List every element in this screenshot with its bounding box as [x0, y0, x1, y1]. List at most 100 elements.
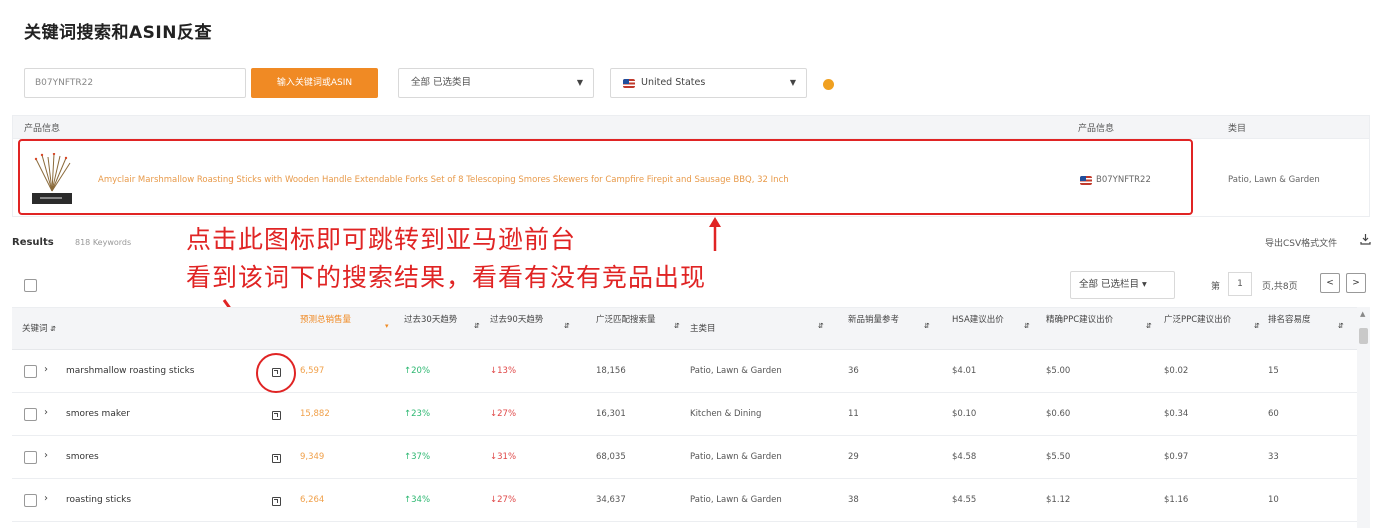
row-checkbox[interactable]: [24, 408, 37, 421]
sort-icon[interactable]: ⇵: [1146, 322, 1152, 330]
table-row[interactable]: [12, 436, 1357, 479]
category-cell: Kitchen & Dining: [690, 409, 762, 419]
sort-icon[interactable]: ⇵: [1254, 322, 1260, 330]
up-arrow-icon: [709, 217, 721, 251]
sort-icon[interactable]: ⇵: [564, 322, 570, 330]
scroll-up-icon[interactable]: ▲: [1360, 310, 1365, 318]
volume-cell: 16,301: [596, 409, 626, 419]
download-icon[interactable]: [1360, 233, 1371, 245]
country-select[interactable]: United States ▼: [610, 68, 807, 98]
sort-icon[interactable]: ⇵: [674, 322, 680, 330]
trend30-cell: ↑37%: [404, 452, 431, 462]
external-link-icon[interactable]: [272, 454, 281, 463]
chevron-right-icon[interactable]: ›: [44, 450, 48, 461]
header-broad-ppc[interactable]: 广泛PPC建议出价: [1164, 314, 1238, 326]
page-prefix: 第: [1211, 282, 1221, 292]
volume-cell: 34,637: [596, 495, 626, 505]
category-select[interactable]: 全部 已选类目 ▼: [398, 68, 594, 98]
row-checkbox[interactable]: [24, 451, 37, 464]
external-link-icon[interactable]: [272, 411, 281, 420]
header-sales[interactable]: 预测总销售量: [300, 314, 382, 326]
sales-cell: 15,882: [300, 409, 330, 419]
search-input[interactable]: B07YNFTR22: [24, 68, 246, 98]
broad-ppc-cell: $0.97: [1164, 452, 1189, 462]
sales-cell: 6,264: [300, 495, 325, 505]
new-sales-cell: 36: [848, 366, 859, 376]
product-category: Patio, Lawn & Garden: [1228, 175, 1320, 185]
trend90-cell: ↓27%: [490, 495, 517, 505]
chevron-right-icon[interactable]: ›: [44, 407, 48, 418]
broad-ppc-cell: $1.16: [1164, 495, 1189, 505]
annotation-line-1: 点击此图标即可跳转到亚马逊前台: [186, 225, 577, 254]
column-filter-label: 全部 已选栏目: [1079, 279, 1140, 290]
header-category[interactable]: 主类目: [690, 323, 716, 335]
header-volume[interactable]: 广泛匹配搜索量: [596, 314, 666, 326]
header-trend30[interactable]: 过去30天趋势: [404, 314, 462, 326]
next-page-button[interactable]: >: [1346, 273, 1366, 293]
chevron-right-icon[interactable]: ›: [44, 364, 48, 375]
info-icon[interactable]: [823, 79, 834, 90]
keyword-cell: smores maker: [66, 409, 130, 419]
sort-icon[interactable]: ⇵: [924, 322, 930, 330]
keyword-cell: marshmallow roasting sticks: [66, 366, 195, 376]
results-label: Results: [12, 237, 54, 248]
annotation-line-2: 看到该词下的搜索结果，看看有没有竞品出现: [186, 263, 707, 292]
exact-ppc-cell: $1.12: [1046, 495, 1071, 505]
header-hsa-bid[interactable]: HSA建议出价: [952, 314, 1014, 326]
broad-ppc-cell: $0.34: [1164, 409, 1189, 419]
header-trend90[interactable]: 过去90天趋势: [490, 314, 548, 326]
header-exact-ppc[interactable]: 精确PPC建议出价: [1046, 314, 1120, 326]
trend30-cell: ↑20%: [404, 366, 431, 376]
results-count: 818 Keywords: [75, 238, 132, 247]
hsa-bid-cell: $0.10: [952, 409, 977, 419]
category-header: 类目: [1228, 124, 1247, 134]
table-row[interactable]: [12, 350, 1357, 393]
header-keyword-label: 关键词: [22, 324, 48, 334]
page-suffix: 页,共8页: [1262, 282, 1298, 292]
chevron-down-icon: ▾: [1139, 279, 1147, 290]
column-filter-select[interactable]: 全部 已选栏目 ▾: [1070, 271, 1175, 299]
sales-cell: 6,597: [300, 366, 325, 376]
rank-ease-cell: 33: [1268, 452, 1279, 462]
header-keyword[interactable]: 关键词 ⇵: [22, 323, 56, 335]
volume-cell: 18,156: [596, 366, 626, 376]
scrollbar-thumb[interactable]: [1359, 328, 1368, 344]
select-all-checkbox[interactable]: [24, 279, 37, 292]
sort-icon[interactable]: ⇵: [1024, 322, 1030, 330]
prev-page-button[interactable]: <: [1320, 273, 1340, 293]
header-new-sales[interactable]: 新品销量参考: [848, 314, 918, 326]
row-checkbox[interactable]: [24, 365, 37, 378]
sort-icon[interactable]: ⇵: [474, 322, 480, 330]
exact-ppc-cell: $5.00: [1046, 366, 1071, 376]
table-header: [12, 307, 1357, 350]
new-sales-cell: 29: [848, 452, 859, 462]
highlight-circle: [256, 353, 296, 393]
external-link-icon[interactable]: [272, 497, 281, 506]
sort-icon[interactable]: ⇵: [1338, 322, 1344, 330]
keyword-cell: roasting sticks: [66, 495, 132, 505]
header-rank-ease[interactable]: 排名容易度: [1268, 314, 1320, 326]
export-csv-link[interactable]: 导出CSV格式文件: [1265, 236, 1337, 249]
row-checkbox[interactable]: [24, 494, 37, 507]
category-cell: Patio, Lawn & Garden: [690, 452, 782, 462]
search-button[interactable]: 输入关键词或ASIN: [251, 68, 378, 98]
sort-icon: ⇵: [50, 325, 57, 333]
chevron-right-icon[interactable]: ›: [44, 493, 48, 504]
page-number-input[interactable]: 1: [1228, 272, 1252, 296]
trend90-cell: ↓27%: [490, 409, 517, 419]
keyword-cell: smores: [66, 452, 99, 462]
table-row[interactable]: [12, 393, 1357, 436]
hsa-bid-cell: $4.01: [952, 366, 977, 376]
volume-cell: 68,035: [596, 452, 626, 462]
table-row[interactable]: [12, 479, 1357, 522]
product-table-header: [12, 115, 1370, 139]
sales-cell: 9,349: [300, 452, 325, 462]
sort-icon[interactable]: ▾: [385, 322, 389, 330]
category-cell: Patio, Lawn & Garden: [690, 366, 782, 376]
us-flag-icon: [623, 79, 635, 88]
new-sales-cell: 11: [848, 409, 859, 419]
sort-icon[interactable]: ⇵: [818, 322, 824, 330]
exact-ppc-cell: $5.50: [1046, 452, 1071, 462]
chevron-down-icon: ▼: [789, 78, 796, 87]
rank-ease-cell: 15: [1268, 366, 1279, 376]
